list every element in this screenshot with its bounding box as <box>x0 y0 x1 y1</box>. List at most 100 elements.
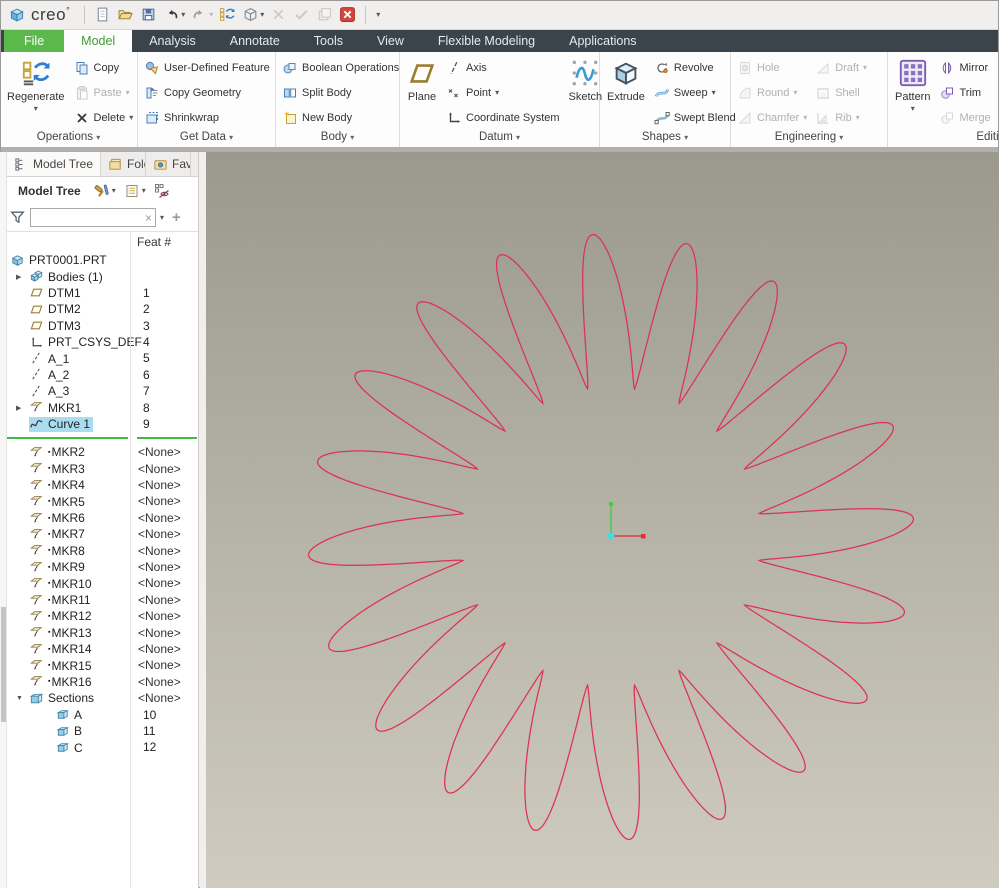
ribbon-button-merge[interactable]: Merge <box>935 105 994 130</box>
ribbon-button-round[interactable]: Round ▾ <box>733 80 811 105</box>
csys-marker[interactable] <box>607 502 646 540</box>
redo-icon[interactable]: ▾ <box>188 3 216 27</box>
tree-item-mkr8[interactable]: ▪ MKR8 <None> <box>7 543 198 559</box>
tree-item-a-3[interactable]: A_3 7 <box>7 383 198 399</box>
windows-stack-icon[interactable] <box>313 3 336 27</box>
tree-settings-icon[interactable]: ▾ <box>121 180 149 202</box>
tree-item-mkr3[interactable]: ▪ MKR3 <None> <box>7 461 198 477</box>
ribbon-group-label-datum[interactable]: Datum ▾ <box>400 131 599 147</box>
tab-analysis[interactable]: Analysis <box>132 30 213 52</box>
tree-item-mkr14[interactable]: ▪ MKR14 <None> <box>7 641 198 657</box>
ribbon-group-label-engineering[interactable]: Engineering ▾ <box>731 131 887 147</box>
tree-item-a-1[interactable]: A_1 5 <box>7 350 198 366</box>
ribbon-button-pattern[interactable]: Pattern ▾ <box>890 53 935 131</box>
ribbon-button-coordinate-system[interactable]: Coordinate System <box>442 105 564 130</box>
expand-arrow-icon[interactable]: ▼ <box>16 695 29 702</box>
ribbon-group-label-operations[interactable]: Operations ▾ <box>0 131 137 147</box>
tree-item-mkr15[interactable]: ▪ MKR15 <None> <box>7 657 198 673</box>
tab-tools[interactable]: Tools <box>297 30 360 52</box>
tree-item-curve-1[interactable]: Curve 1 9 <box>7 416 198 432</box>
tree-item-mkr2[interactable]: ▪ MKR2 <None> <box>7 444 198 460</box>
ribbon-button-user-defined-feature[interactable]: User-Defined Feature <box>140 55 274 80</box>
ribbon-group-label-editing[interactable]: Editing ▾ <box>888 131 999 147</box>
navigator-tab-model-tree[interactable]: Model Tree <box>7 152 102 176</box>
add-filter-icon[interactable]: + <box>172 209 181 226</box>
ribbon-button-revolve[interactable]: Revolve <box>650 55 740 80</box>
tree-item-mkr1[interactable]: ▶ MKR1 8 <box>7 400 198 416</box>
ribbon-button-swept-blend[interactable]: Swept Blend <box>650 105 740 130</box>
tree-search-field[interactable] <box>31 210 155 228</box>
model-display-icon[interactable]: ▾ <box>239 3 267 27</box>
tree-item-mkr10[interactable]: ▪ MKR10 <None> <box>7 575 198 591</box>
tree-item-mkr16[interactable]: ▪ MKR16 <None> <box>7 674 198 690</box>
tree-scrollbar[interactable] <box>0 152 7 888</box>
ribbon-group-label-get-data[interactable]: Get Data ▾ <box>138 131 275 147</box>
tree-item-dtm1[interactable]: DTM1 1 <box>7 285 198 301</box>
tree-item-bodies-1[interactable]: ▶ Bodies (1) <box>7 268 198 284</box>
ribbon-group-label-body[interactable]: Body ▾ <box>276 131 399 147</box>
close-window-icon[interactable] <box>336 3 359 27</box>
clear-search-icon[interactable]: × <box>145 210 152 226</box>
ribbon-button-sweep[interactable]: Sweep ▾ <box>650 80 740 105</box>
csys-origin-handle[interactable] <box>607 532 615 540</box>
tree-item-prt-csys-def[interactable]: PRT_CSYS_DEF 4 <box>7 334 198 350</box>
ribbon-button-cropped[interactable] <box>995 105 999 130</box>
csys-y-handle[interactable] <box>609 502 613 506</box>
ribbon-button-draft[interactable]: Draft ▾ <box>811 55 871 80</box>
tree-item-c[interactable]: C 12 <box>7 739 198 755</box>
ribbon-button-hole[interactable]: Hole <box>733 55 811 80</box>
ribbon-button-axis[interactable]: Axis <box>442 55 564 80</box>
ribbon-button-extrude[interactable]: Extrude <box>602 53 650 131</box>
ribbon-button-trim[interactable]: Trim <box>935 80 994 105</box>
tab-annotate[interactable]: Annotate <box>213 30 297 52</box>
tree-item-prt0001-prt[interactable]: PRT0001.PRT <box>7 252 198 268</box>
tree-item-a-2[interactable]: A_2 6 <box>7 367 198 383</box>
ribbon-button-boolean-operations[interactable]: Boolean Operations <box>278 55 403 80</box>
tab-view[interactable]: View <box>360 30 421 52</box>
search-dropdown-icon[interactable]: ▾ <box>160 213 164 222</box>
ribbon-button-regenerate[interactable]: Regenerate ▾ <box>2 53 70 131</box>
tree-item-mkr5[interactable]: ▪ MKR5 <None> <box>7 493 198 509</box>
ribbon-button-rib[interactable]: Rib ▾ <box>811 105 871 130</box>
tree-scrollbar-thumb[interactable] <box>1 607 6 722</box>
tree-item-sections[interactable]: ▼ Sections <None> <box>7 690 198 706</box>
tree-item-dtm3[interactable]: DTM3 3 <box>7 318 198 334</box>
ribbon-button-copy[interactable]: Copy <box>70 55 138 80</box>
tree-item-mkr9[interactable]: ▪ MKR9 <None> <box>7 559 198 575</box>
insert-here-locator[interactable] <box>7 432 198 444</box>
save-icon[interactable] <box>137 3 160 27</box>
csys-x-handle[interactable] <box>641 534 646 539</box>
ribbon-button-split-body[interactable]: Split Body <box>278 80 403 105</box>
tree-item-a[interactable]: A 10 <box>7 707 198 723</box>
tree-search-input[interactable]: × <box>30 208 156 228</box>
expand-arrow-icon[interactable]: ▶ <box>16 273 29 281</box>
ribbon-button-shrinkwrap[interactable]: Shrinkwrap <box>140 105 274 130</box>
tree-item-mkr7[interactable]: ▪ MKR7 <None> <box>7 526 198 542</box>
tree-item-mkr11[interactable]: ▪ MKR11 <None> <box>7 592 198 608</box>
ribbon-button-mirror[interactable]: Mirror <box>935 55 994 80</box>
ribbon-button-cropped[interactable] <box>995 80 999 105</box>
tree-tools-icon[interactable]: ▾ <box>91 180 119 202</box>
tab-flexible-modeling[interactable]: Flexible Modeling <box>421 30 552 52</box>
tab-model[interactable]: Model <box>64 30 133 52</box>
tree-item-dtm2[interactable]: DTM2 2 <box>7 301 198 317</box>
tree-item-b[interactable]: B 11 <box>7 723 198 739</box>
customize-toolbar-icon[interactable]: ▾ <box>372 3 383 27</box>
ribbon-button-copy-geometry[interactable]: Copy Geometry <box>140 80 274 105</box>
ribbon-button-delete[interactable]: Delete ▾ <box>70 105 138 130</box>
tree-item-mkr13[interactable]: ▪ MKR13 <None> <box>7 625 198 641</box>
undo-icon[interactable]: ▾ <box>160 3 188 27</box>
graphics-area[interactable] <box>206 152 999 888</box>
ribbon-group-label-shapes[interactable]: Shapes ▾ <box>600 131 730 147</box>
ribbon-button-chamfer[interactable]: Chamfer ▾ <box>733 105 811 130</box>
ribbon-button-point[interactable]: Point ▾ <box>442 80 564 105</box>
ribbon-button-plane[interactable]: Plane <box>402 53 442 131</box>
new-file-icon[interactable] <box>91 3 114 27</box>
ribbon-button-shell[interactable]: Shell <box>811 80 871 105</box>
ribbon-button-new-body[interactable]: New Body <box>278 105 403 130</box>
tab-file[interactable]: File <box>4 30 65 52</box>
expand-arrow-icon[interactable]: ▶ <box>16 404 29 412</box>
show-hide-icon[interactable] <box>151 180 173 202</box>
ribbon-button-paste[interactable]: Paste ▾ <box>70 80 138 105</box>
tab-applications[interactable]: Applications <box>552 30 653 52</box>
